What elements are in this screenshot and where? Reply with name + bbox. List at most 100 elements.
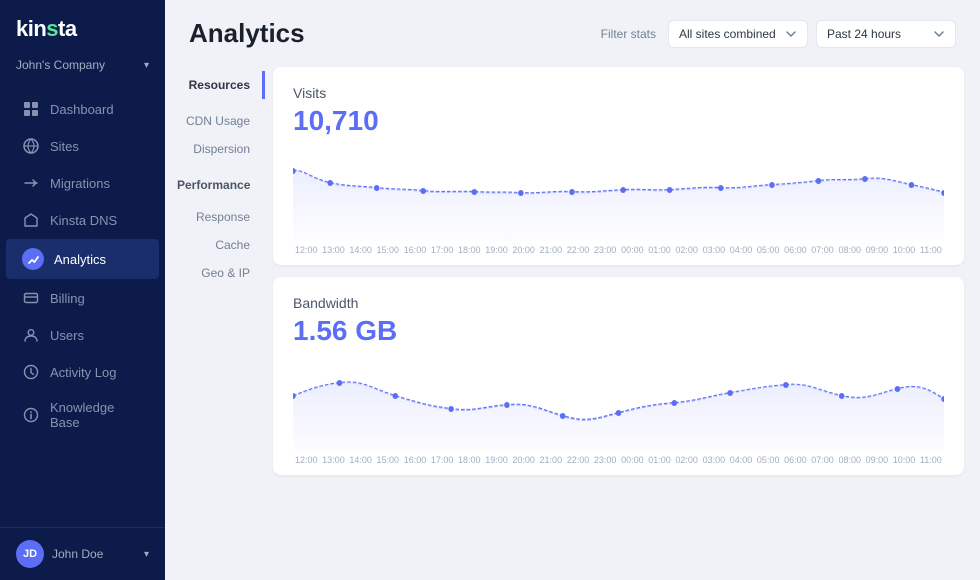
- time-label: 18:00: [458, 245, 481, 255]
- time-label: 23:00: [594, 455, 617, 465]
- chevron-down-icon: ▾: [144, 60, 149, 71]
- content-area: Resources CDN Usage Dispersion Performan…: [165, 59, 980, 580]
- dashboard-icon: [22, 100, 40, 118]
- filter-label: Filter stats: [601, 27, 656, 41]
- sidebar: kinsta John's Company ▾ Dashboard Sites …: [0, 0, 165, 580]
- time-filter-value: Past 24 hours: [827, 27, 901, 41]
- sidebar-item-analytics[interactable]: Analytics: [6, 239, 159, 279]
- time-label: 22:00: [567, 455, 590, 465]
- time-label: 01:00: [648, 455, 671, 465]
- time-label: 01:00: [648, 245, 671, 255]
- time-label: 11:00: [920, 455, 942, 465]
- logo-area: kinsta: [0, 0, 165, 52]
- migrations-icon: [22, 174, 40, 192]
- time-label: 09:00: [866, 245, 889, 255]
- sidebar-item-label: Dashboard: [50, 102, 114, 117]
- bandwidth-chart-label: Bandwidth: [293, 295, 944, 311]
- sidebar-item-activity-log[interactable]: Activity Log: [6, 354, 159, 390]
- bandwidth-chart-container: [293, 361, 944, 451]
- bandwidth-line-chart: [293, 361, 944, 451]
- time-label: 08:00: [838, 455, 861, 465]
- sidebar-item-label: Kinsta DNS: [50, 213, 117, 228]
- sidebar-item-sites[interactable]: Sites: [6, 128, 159, 164]
- page-title: Analytics: [189, 18, 305, 49]
- time-label: 12:00: [295, 455, 318, 465]
- sidebar-item-label: Migrations: [50, 176, 110, 191]
- sub-nav-response[interactable]: Response: [165, 203, 265, 231]
- visits-chart-value: 10,710: [293, 105, 944, 137]
- time-label: 22:00: [567, 245, 590, 255]
- time-label: 15:00: [377, 455, 400, 465]
- time-label: 19:00: [485, 455, 508, 465]
- sidebar-item-dashboard[interactable]: Dashboard: [6, 91, 159, 127]
- time-label: 20:00: [512, 245, 535, 255]
- site-filter-chevron-icon: [785, 28, 797, 40]
- user-name: John Doe: [52, 547, 103, 561]
- time-label: 06:00: [784, 245, 807, 255]
- main-header: Analytics Filter stats All sites combine…: [165, 0, 980, 59]
- bandwidth-chart-value: 1.56 GB: [293, 315, 944, 347]
- company-name: John's Company: [16, 58, 105, 72]
- time-filter-dropdown[interactable]: Past 24 hours: [816, 20, 956, 48]
- sidebar-item-label: Analytics: [54, 252, 106, 267]
- time-label: 04:00: [730, 245, 753, 255]
- billing-icon: [22, 289, 40, 307]
- analytics-icon: [22, 248, 44, 270]
- charts-area: Visits 10,710: [265, 59, 980, 580]
- sidebar-nav: Dashboard Sites Migrations Kinsta DNS An…: [0, 86, 165, 527]
- site-filter-value: All sites combined: [679, 27, 776, 41]
- time-label: 05:00: [757, 245, 780, 255]
- time-label: 21:00: [540, 245, 563, 255]
- company-selector[interactable]: John's Company ▾: [0, 52, 165, 86]
- time-filter-chevron-icon: [933, 28, 945, 40]
- sub-nav-resources[interactable]: Resources: [165, 71, 265, 99]
- sidebar-item-label: Billing: [50, 291, 85, 306]
- time-label: 12:00: [295, 245, 318, 255]
- sub-nav-cache[interactable]: Cache: [165, 231, 265, 259]
- visits-chart-card: Visits 10,710: [273, 67, 964, 265]
- time-label: 14:00: [349, 455, 372, 465]
- sub-nav: Resources CDN Usage Dispersion Performan…: [165, 59, 265, 580]
- bandwidth-timeline: 12:00 13:00 14:00 15:00 16:00 17:00 18:0…: [293, 455, 944, 465]
- header-controls: Filter stats All sites combined Past 24 …: [601, 20, 956, 48]
- time-label: 16:00: [404, 455, 427, 465]
- time-label: 05:00: [757, 455, 780, 465]
- sidebar-item-knowledge-base[interactable]: Knowledge Base: [6, 391, 159, 439]
- time-label: 10:00: [893, 245, 916, 255]
- sidebar-item-kinsta-dns[interactable]: Kinsta DNS: [6, 202, 159, 238]
- time-label: 09:00: [866, 455, 889, 465]
- time-label: 18:00: [458, 455, 481, 465]
- activity-log-icon: [22, 363, 40, 381]
- bandwidth-chart-card: Bandwidth 1.56 GB: [273, 277, 964, 475]
- sidebar-item-billing[interactable]: Billing: [6, 280, 159, 316]
- time-label: 21:00: [540, 455, 563, 465]
- site-filter-dropdown[interactable]: All sites combined: [668, 20, 808, 48]
- time-label: 23:00: [594, 245, 617, 255]
- user-chevron-icon: ▾: [144, 549, 149, 560]
- sub-nav-dispersion[interactable]: Dispersion: [165, 135, 265, 163]
- time-label: 14:00: [349, 245, 372, 255]
- sidebar-item-label: Users: [50, 328, 84, 343]
- time-label: 00:00: [621, 455, 644, 465]
- logo: kinsta: [16, 16, 149, 42]
- time-label: 13:00: [322, 455, 345, 465]
- knowledge-base-icon: [22, 406, 40, 424]
- time-label: 02:00: [675, 245, 698, 255]
- time-label: 03:00: [703, 455, 726, 465]
- sidebar-item-users[interactable]: Users: [6, 317, 159, 353]
- time-label: 10:00: [893, 455, 916, 465]
- time-label: 00:00: [621, 245, 644, 255]
- sidebar-item-label: Knowledge Base: [50, 400, 143, 430]
- sub-nav-performance[interactable]: Performance: [165, 171, 265, 199]
- time-label: 08:00: [838, 245, 861, 255]
- sidebar-item-migrations[interactable]: Migrations: [6, 165, 159, 201]
- sub-nav-cdn-usage[interactable]: CDN Usage: [165, 107, 265, 135]
- user-info: JD John Doe: [16, 540, 103, 568]
- visits-chart-container: [293, 151, 944, 241]
- kinsta-dns-icon: [22, 211, 40, 229]
- visits-chart-label: Visits: [293, 85, 944, 101]
- sub-nav-geo-ip[interactable]: Geo & IP: [165, 259, 265, 287]
- sidebar-item-label: Activity Log: [50, 365, 116, 380]
- visits-timeline: 12:00 13:00 14:00 15:00 16:00 17:00 18:0…: [293, 245, 944, 255]
- time-label: 19:00: [485, 245, 508, 255]
